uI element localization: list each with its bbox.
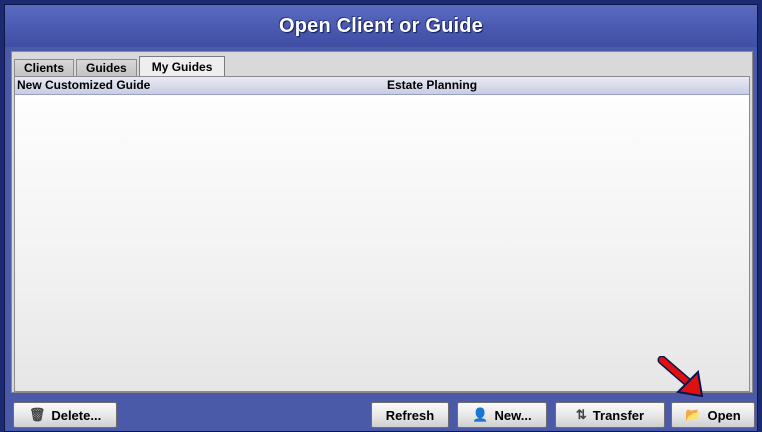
trash-icon: 🗑 (28, 407, 46, 422)
tab-my-guides[interactable]: My Guides (138, 56, 226, 77)
open-button[interactable]: 📂 Open (671, 402, 755, 428)
open-button-label: Open (707, 407, 741, 423)
tab-clients[interactable]: Clients (14, 59, 75, 76)
title-bar[interactable]: Open Client or Guide (5, 5, 757, 47)
list-row-selected[interactable]: New Customized Guide Estate Planning (15, 77, 749, 95)
tab-strip: Clients Guides My Guides (14, 55, 227, 77)
open-client-guide-dialog: Open Client or Guide Clients Guides My G… (4, 4, 758, 432)
dialog-title: Open Client or Guide (278, 14, 483, 37)
guides-list[interactable]: New Customized Guide Estate Planning (14, 76, 750, 392)
transfer-icon: ⇅ (575, 407, 587, 422)
tab-panel: Clients Guides My Guides New Customized … (11, 51, 753, 393)
new-button[interactable]: 👤 New... (457, 402, 547, 428)
refresh-button-label: Refresh (385, 407, 435, 423)
open-folder-icon: 📂 (685, 407, 702, 422)
delete-button[interactable]: 🗑 Delete... (13, 402, 117, 428)
guide-name-cell: New Customized Guide (17, 78, 151, 92)
tab-guides[interactable]: Guides (76, 59, 137, 76)
red-arrow-icon (657, 356, 704, 398)
transfer-button-label: Transfer (592, 407, 645, 423)
refresh-button[interactable]: Refresh (371, 402, 449, 428)
new-button-label: New... (494, 407, 532, 423)
guide-type-cell: Estate Planning (387, 78, 478, 92)
delete-button-label: Delete... (51, 407, 102, 423)
transfer-button[interactable]: ⇅ Transfer (555, 402, 665, 428)
new-user-icon: 👤 (472, 407, 489, 422)
button-bar: 🗑 Delete... Refresh 👤 New... ⇅ Transfer … (5, 397, 757, 431)
